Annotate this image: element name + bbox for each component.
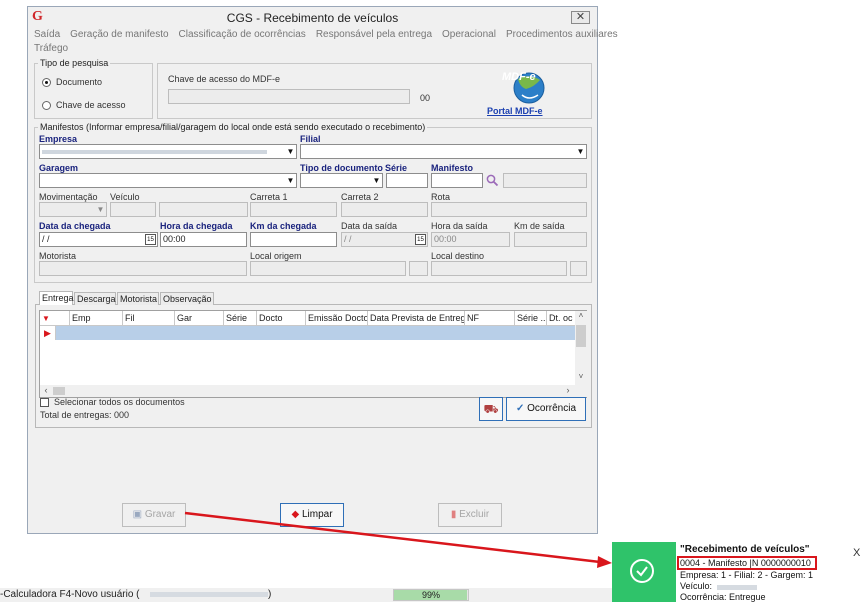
close-icon[interactable]: X [853,547,860,559]
toast-redacted-veiculo [717,585,757,590]
annotation-arrow [184,511,612,568]
toast-line-empresa: Empresa: 1 - Filial: 2 - Gargem: 1 [680,570,814,580]
toast-title: "Recebimento de veículos" [680,544,810,555]
toast-line-ocorrencia: Ocorrência: Entregue [680,592,766,602]
toast-notification[interactable]: "Recebimento de veículos" X 0004 - Manif… [612,542,865,602]
toast-line-manifesto: 0004 - Manifesto |N 0000000010 [680,558,811,568]
toast-icon-area [612,542,676,602]
check-circle-icon [630,559,654,583]
toast-line-veiculo: Veículo: [680,581,713,591]
